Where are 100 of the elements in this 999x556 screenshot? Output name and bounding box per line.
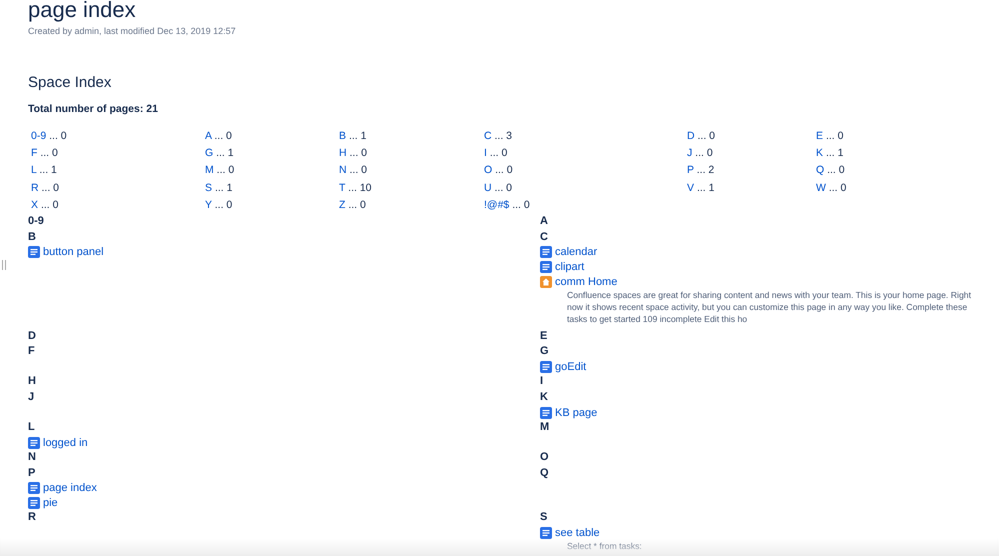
letter-link[interactable]: A bbox=[205, 130, 212, 142]
letter-link[interactable]: Z bbox=[339, 198, 346, 211]
letter-link[interactable]: B bbox=[339, 130, 346, 142]
letter-link[interactable]: U bbox=[484, 182, 492, 194]
letter-link[interactable]: V bbox=[687, 182, 694, 194]
page-icon bbox=[540, 260, 552, 273]
letter-link[interactable]: !@#$ bbox=[484, 198, 510, 211]
letter-heading: R bbox=[28, 510, 36, 526]
letter-heading: H bbox=[28, 374, 36, 390]
page-icon bbox=[540, 246, 552, 258]
letter-link[interactable]: L bbox=[31, 164, 36, 176]
page-excerpt: Select * from tasks: bbox=[567, 540, 643, 552]
letter-link[interactable]: F bbox=[31, 147, 38, 160]
page-link[interactable]: page index bbox=[43, 481, 97, 496]
count-text: ... 0 bbox=[350, 164, 368, 176]
count-text: ... 1 bbox=[826, 147, 844, 160]
count-text: ... 2 bbox=[696, 164, 714, 176]
total-pages: Total number of pages: 21 bbox=[28, 102, 159, 116]
page-link[interactable]: logged in bbox=[43, 436, 88, 450]
count-text: ... 0 bbox=[40, 147, 58, 160]
letter-link[interactable]: J bbox=[687, 147, 692, 160]
count-text: ... 1 bbox=[696, 182, 714, 194]
page-link[interactable]: calendar bbox=[555, 245, 598, 260]
letter-heading: F bbox=[28, 344, 35, 360]
page-icon bbox=[540, 361, 552, 374]
letter-heading: P bbox=[28, 466, 36, 481]
page-excerpt: Confluence spaces are great for sharing content and news with your team. This is your home page. Right now it shows recent space activity, but you can customize this page in any way you like. Complete these tasks to get started 109 incomplete Edit this ho bbox=[567, 288, 972, 325]
count-text: ... 0 bbox=[216, 164, 234, 176]
count-text: ... 0 bbox=[512, 198, 530, 211]
count-text: ... 0 bbox=[494, 182, 512, 194]
letter-link[interactable]: G bbox=[205, 147, 214, 160]
letter-link[interactable]: I bbox=[484, 147, 487, 160]
count-text: ... 1 bbox=[348, 130, 366, 142]
page-icon bbox=[28, 482, 40, 494]
letter-link[interactable]: T bbox=[339, 182, 346, 194]
letter-link[interactable]: X bbox=[31, 198, 38, 211]
page-link[interactable]: comm Home bbox=[555, 274, 618, 288]
count-text: ... 0 bbox=[695, 147, 713, 160]
letter-link[interactable]: S bbox=[205, 182, 212, 194]
letter-heading: K bbox=[540, 390, 548, 405]
section-heading: Space Index bbox=[28, 73, 112, 93]
count-text: ... 3 bbox=[494, 130, 512, 142]
page-link[interactable]: goEdit bbox=[555, 360, 586, 374]
letter-heading: 0-9 bbox=[28, 214, 44, 230]
letter-heading: S bbox=[540, 510, 548, 526]
letter-link[interactable]: Y bbox=[205, 198, 212, 211]
count-text: ... 0 bbox=[827, 164, 845, 176]
page-link[interactable]: clipart bbox=[555, 260, 584, 274]
letter-link[interactable]: Q bbox=[816, 164, 824, 176]
count-text: ... 0 bbox=[490, 147, 508, 160]
count-text: ... 0 bbox=[42, 182, 60, 194]
count-text: ... 0 bbox=[350, 147, 368, 160]
count-text: ... 10 bbox=[348, 182, 372, 194]
count-text: ... 0 bbox=[214, 198, 232, 211]
letter-heading: A bbox=[540, 214, 548, 230]
letter-link[interactable]: W bbox=[816, 182, 826, 194]
letter-link[interactable]: P bbox=[687, 164, 694, 176]
page-icon bbox=[540, 406, 552, 419]
letter-heading: E bbox=[540, 328, 548, 344]
count-text: ... 0 bbox=[828, 182, 846, 194]
letter-link[interactable]: D bbox=[687, 130, 695, 142]
count-text: ... 0 bbox=[49, 130, 67, 142]
page-link[interactable]: button panel bbox=[43, 245, 104, 260]
count-text: ... 0 bbox=[826, 130, 844, 142]
letter-link[interactable]: O bbox=[484, 164, 492, 176]
page-icon bbox=[28, 246, 40, 258]
letter-link[interactable]: K bbox=[816, 147, 824, 160]
letter-heading: J bbox=[28, 390, 34, 405]
count-text: ... 1 bbox=[216, 147, 234, 160]
resize-handle-icon[interactable] bbox=[2, 260, 6, 270]
letter-heading: G bbox=[540, 344, 549, 360]
letter-heading: Q bbox=[540, 466, 549, 481]
count-text: ... 1 bbox=[39, 164, 57, 176]
count-text: ... 1 bbox=[214, 182, 232, 194]
letter-link[interactable]: E bbox=[816, 130, 824, 142]
count-text: ... 0 bbox=[348, 198, 366, 211]
letter-link[interactable]: N bbox=[339, 164, 347, 176]
letter-heading: N bbox=[28, 450, 36, 466]
page-icon bbox=[28, 436, 40, 449]
letter-link[interactable]: R bbox=[31, 182, 39, 194]
count-text: ... 0 bbox=[40, 198, 58, 211]
count-text: ... 0 bbox=[214, 130, 232, 142]
page-link[interactable]: see table bbox=[555, 526, 600, 540]
letter-link[interactable]: 0-9 bbox=[31, 130, 46, 142]
page-icon bbox=[540, 527, 552, 540]
letter-heading: L bbox=[28, 420, 35, 435]
letter-link[interactable]: M bbox=[205, 164, 214, 176]
page-meta: Created by admin, last modified Dec 13, 2019 12:57 bbox=[28, 26, 237, 36]
letter-heading: I bbox=[540, 374, 544, 390]
count-text: ... 0 bbox=[698, 130, 716, 142]
home-icon bbox=[540, 276, 552, 288]
letter-heading: O bbox=[540, 450, 549, 466]
page-link[interactable]: KB page bbox=[555, 406, 598, 420]
page-title: page index bbox=[28, 0, 137, 23]
letter-link[interactable]: C bbox=[484, 130, 492, 142]
page-link[interactable]: pie bbox=[43, 496, 58, 510]
letter-heading: B bbox=[28, 230, 36, 245]
letter-heading: D bbox=[28, 328, 36, 344]
page-icon bbox=[28, 496, 40, 509]
letter-link[interactable]: H bbox=[339, 147, 347, 160]
